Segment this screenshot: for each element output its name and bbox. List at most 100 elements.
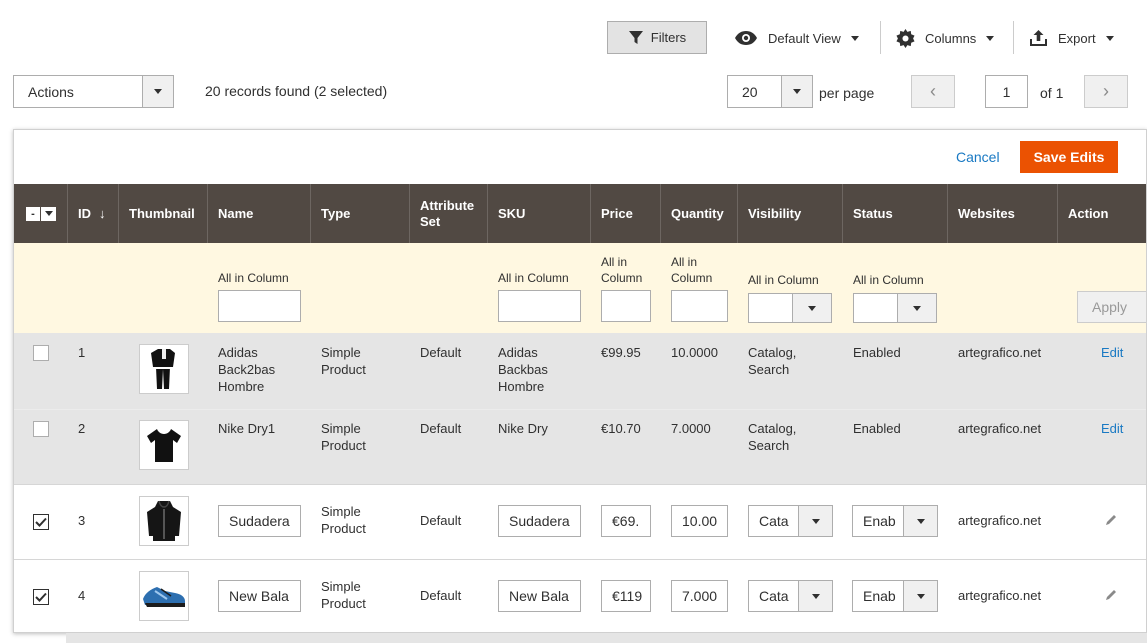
col-id-label: ID <box>78 205 91 221</box>
cell-attribute-set: Default <box>420 588 462 603</box>
save-edits-button[interactable]: Save Edits <box>1020 141 1118 173</box>
edit-link[interactable]: Edit <box>1101 344 1123 361</box>
cell-websites: artegrafico.net <box>958 421 1042 436</box>
cell-id: 3 <box>78 513 86 528</box>
price-input[interactable]: €69. <box>601 505 651 537</box>
row-checkbox[interactable] <box>33 345 49 361</box>
sku-input[interactable]: New Bala <box>498 580 581 612</box>
status-value: Enab <box>863 588 896 604</box>
col-id[interactable]: ID ↓ <box>68 184 119 243</box>
table-row-editing[interactable]: 4 New Bala Simple Product Default New Ba… <box>14 559 1146 632</box>
chevron-right-icon: › <box>1103 81 1109 101</box>
visibility-line: Catalog, <box>748 345 797 360</box>
sort-arrow-icon: ↓ <box>99 205 106 221</box>
name-input[interactable]: New Bala <box>218 580 301 612</box>
tshirt-image <box>147 429 181 462</box>
all-in-column-label: All in Column <box>853 273 924 287</box>
type-line: Simple <box>321 579 361 594</box>
name-line: Nike Dry1 <box>218 421 276 436</box>
row-checkbox-checked[interactable] <box>33 589 49 605</box>
pencil-icon[interactable] <box>1104 513 1118 530</box>
sku-line: Backbas <box>498 362 548 377</box>
visibility-line: Search <box>748 438 790 453</box>
row-checkbox-checked[interactable] <box>33 514 49 530</box>
product-thumbnail[interactable] <box>139 571 189 621</box>
bulk-visibility-select[interactable] <box>748 293 832 323</box>
col-name[interactable]: Name <box>208 184 311 243</box>
cell-id: 4 <box>78 588 86 603</box>
next-page-button[interactable]: › <box>1084 75 1128 108</box>
chevron-down-icon <box>798 506 832 536</box>
product-thumbnail[interactable] <box>139 344 189 394</box>
mass-select[interactable]: - <box>14 184 68 243</box>
visibility-value: Cata <box>759 588 789 604</box>
mass-select-dropdown[interactable]: - <box>26 205 56 222</box>
table-row-editing[interactable]: 3 Sudadera Simple Product Default Sudade… <box>14 484 1146 559</box>
name-line: Adidas <box>218 345 258 360</box>
edit-link[interactable]: Edit <box>1101 420 1123 437</box>
divider <box>880 21 881 54</box>
cell-name: Adidas Back2bas Hombre <box>218 344 275 395</box>
bulk-status-select[interactable] <box>853 293 937 323</box>
status-select[interactable]: Enab <box>852 505 938 537</box>
per-page-select[interactable]: 20 <box>727 75 813 108</box>
view-dropdown[interactable]: Default View <box>734 27 859 49</box>
col-type[interactable]: Type <box>311 184 410 243</box>
all-in-column-label: All in Column <box>748 273 819 287</box>
apply-button[interactable]: Apply <box>1077 291 1146 323</box>
eye-icon <box>735 31 757 45</box>
tracksuit-image <box>151 349 175 389</box>
row-checkbox[interactable] <box>33 421 49 437</box>
cell-id: 1 <box>78 345 86 360</box>
actions-label: Actions <box>28 83 74 100</box>
chevron-down-icon <box>792 294 831 322</box>
table-row[interactable]: 2 Nike Dry1 Simple Product Default Nike … <box>14 409 1146 484</box>
col-status[interactable]: Status <box>843 184 948 243</box>
product-thumbnail[interactable] <box>139 420 189 470</box>
visibility-line: Search <box>748 362 790 377</box>
table-row[interactable]: 1 Adidas Back2bas Hombre Simple Product … <box>14 333 1146 409</box>
col-visibility[interactable]: Visibility <box>738 184 843 243</box>
col-websites[interactable]: Websites <box>948 184 1058 243</box>
sku-line: Nike Dry <box>498 421 548 436</box>
type-line: Simple <box>321 345 361 360</box>
status-select[interactable]: Enab <box>852 580 938 612</box>
product-grid: Cancel Save Edits - ID ↓ Thumbnail Name … <box>13 129 1147 633</box>
type-line: Product <box>321 521 366 536</box>
col-sku[interactable]: SKU <box>488 184 591 243</box>
cancel-button[interactable]: Cancel <box>956 149 1000 165</box>
gear-icon <box>896 28 915 48</box>
prev-page-button[interactable]: ‹ <box>911 75 955 108</box>
quantity-input[interactable]: 10.00 <box>671 505 728 537</box>
bulk-name-input[interactable] <box>218 290 301 322</box>
visibility-select[interactable]: Cata <box>748 580 833 612</box>
cell-attribute-set: Default <box>420 345 462 360</box>
bulk-sku-input[interactable] <box>498 290 581 322</box>
export-dropdown[interactable]: Export <box>1029 27 1114 49</box>
cell-name: Nike Dry1 <box>218 420 275 437</box>
per-page-label: per page <box>819 85 875 101</box>
product-thumbnail[interactable] <box>139 496 189 546</box>
col-attribute-set[interactable]: Attribute Set <box>410 184 488 243</box>
bulk-quantity-input[interactable] <box>671 290 728 322</box>
price-input[interactable]: €119 <box>601 580 651 612</box>
actions-select[interactable]: Actions <box>13 75 174 108</box>
quantity-input[interactable]: 7.000 <box>671 580 728 612</box>
name-input[interactable]: Sudadera <box>218 505 301 537</box>
col-quantity[interactable]: Quantity <box>661 184 738 243</box>
name-line: Back2bas <box>218 362 276 377</box>
cell-quantity: 10.0000 <box>671 345 718 360</box>
page-input[interactable]: 1 <box>985 75 1028 108</box>
columns-dropdown[interactable]: Columns <box>896 27 995 49</box>
col-attribute-set-line2: Set <box>420 213 441 229</box>
bulk-price-input[interactable] <box>601 290 651 322</box>
col-price[interactable]: Price <box>591 184 661 243</box>
visibility-select[interactable]: Cata <box>748 505 833 537</box>
filters-button[interactable]: Filters <box>607 21 707 54</box>
cell-websites: artegrafico.net <box>958 513 1042 528</box>
type-line: Product <box>321 438 366 453</box>
sku-input[interactable]: Sudadera <box>498 505 581 537</box>
chevron-down-icon <box>897 294 936 322</box>
type-line: Simple <box>321 421 361 436</box>
pencil-icon[interactable] <box>1104 588 1118 605</box>
